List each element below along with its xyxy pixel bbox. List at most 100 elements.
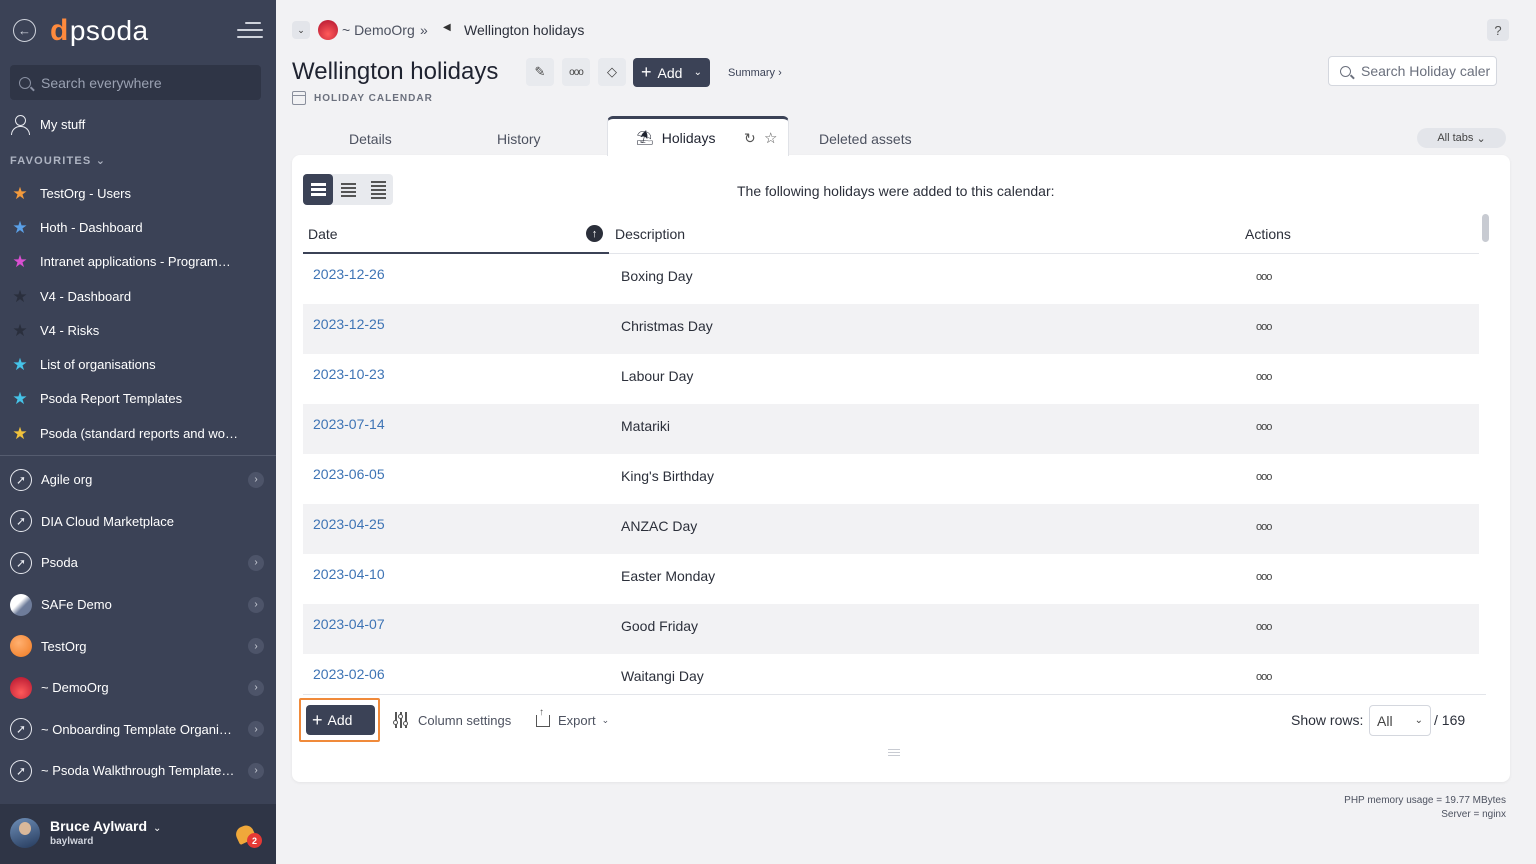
organisation-item[interactable]: ➚ ~ Onboarding Template Organisa... › (10, 709, 266, 751)
favourite-item[interactable]: ★ V4 - Risks (10, 313, 266, 347)
holiday-date-link[interactable]: 2023-02-06 (313, 666, 385, 682)
density-medium-button[interactable] (333, 174, 363, 205)
organisation-label: DIA Cloud Marketplace (41, 513, 174, 529)
organisation-item[interactable]: ~ DemoOrg › (10, 667, 266, 709)
favourites-heading[interactable]: FAVOURITES ⌄ (10, 154, 106, 167)
global-search-input[interactable] (41, 74, 251, 91)
chevron-right-icon[interactable]: › (248, 638, 264, 655)
pencil-icon: ✎ (534, 64, 546, 79)
show-rows-select[interactable]: All ⌄ (1369, 705, 1431, 736)
page-title: Wellington holidays (292, 58, 499, 85)
holiday-date-link[interactable]: 2023-04-10 (313, 566, 385, 582)
holiday-date-link[interactable]: 2023-10-23 (313, 366, 385, 382)
add-dropdown-button[interactable]: + Add ⌄ (633, 58, 710, 87)
column-header-actions: Actions (1245, 226, 1291, 242)
row-actions-button[interactable]: ooo (1256, 621, 1272, 633)
avatar[interactable] (10, 818, 40, 848)
page-scrollbar[interactable] (1525, 0, 1536, 864)
my-stuff-link[interactable]: My stuff (10, 114, 85, 135)
favourite-item[interactable]: ★ Psoda (standard reports and work... (10, 416, 266, 450)
favourite-item[interactable]: ★ Psoda Report Templates (10, 382, 266, 416)
row-actions-button[interactable]: ooo (1256, 471, 1272, 483)
sort-ascending-icon[interactable]: ↑ (586, 225, 603, 242)
star-icon: ★ (12, 217, 28, 237)
notifications-button[interactable]: 2 (233, 822, 262, 848)
tab-details[interactable]: Details (349, 131, 392, 147)
organisation-item[interactable]: ➚ DIA Cloud Marketplace (10, 501, 266, 543)
favourite-item[interactable]: ★ Intranet applications - Programme... (10, 245, 266, 279)
logo-text: psoda (69, 15, 149, 46)
holiday-date-link[interactable]: 2023-12-25 (313, 316, 385, 332)
back-arrow-icon[interactable]: ← (13, 19, 36, 42)
organisation-item[interactable]: ➚ Agile org › (10, 459, 266, 501)
holiday-description: Good Friday (621, 618, 699, 634)
chevron-right-icon[interactable]: › (248, 596, 264, 613)
row-actions-button[interactable]: ooo (1256, 571, 1272, 583)
user-login: baylward (50, 836, 94, 847)
favourite-item[interactable]: ★ List of organisations (10, 347, 266, 381)
row-actions-button[interactable]: ooo (1256, 421, 1272, 433)
summary-link[interactable]: Summary › (728, 67, 782, 79)
favourite-item[interactable]: ★ V4 - Dashboard (10, 279, 266, 313)
holiday-date-link[interactable]: 2023-04-25 (313, 516, 385, 532)
favourite-item[interactable]: ★ Hoth - Dashboard (10, 210, 266, 244)
row-actions-button[interactable]: ooo (1256, 271, 1272, 283)
chevron-right-icon[interactable]: › (248, 554, 264, 571)
table-row: 2023-04-10 Easter Monday ooo (303, 554, 1479, 604)
star-icon: ★ (12, 183, 28, 203)
refresh-icon[interactable]: ↻ (744, 130, 756, 147)
favourite-label: TestOrg - Users (40, 185, 132, 201)
holiday-date-link[interactable]: 2023-04-07 (313, 616, 385, 632)
all-tabs-button[interactable]: All tabs ⌄ (1417, 128, 1506, 148)
tab-deleted-assets[interactable]: Deleted assets (819, 131, 912, 147)
more-options-button[interactable]: ooo (562, 58, 590, 86)
favourite-item[interactable]: ★ TestOrg - Users (10, 176, 266, 210)
collapse-menu-icon[interactable] (237, 22, 263, 40)
favourite-label: V4 - Dashboard (40, 288, 132, 304)
breadcrumb-org[interactable]: ~ DemoOrg (342, 22, 415, 38)
user-panel[interactable]: Bruce Aylward ⌄ baylward 2 (0, 804, 276, 864)
organisation-item[interactable]: ➚ ~ Psoda Walkthrough Template P... › (10, 750, 266, 792)
row-actions-button[interactable]: ooo (1256, 321, 1272, 333)
calendar-search[interactable] (1328, 56, 1497, 86)
row-actions-button[interactable]: ooo (1256, 521, 1272, 533)
density-small-button[interactable] (363, 174, 393, 205)
chevron-down-icon: ⌄ (693, 67, 702, 78)
row-actions-button[interactable]: ooo (1256, 371, 1272, 383)
chevron-right-icon[interactable]: › (248, 762, 264, 779)
star-icon: ★ (12, 355, 28, 375)
organisation-item[interactable]: TestOrg › (10, 625, 266, 667)
column-header-description[interactable]: Description (615, 226, 685, 242)
calendar-search-input[interactable] (1361, 63, 1496, 79)
chevron-right-icon[interactable]: › (248, 471, 264, 488)
chevron-right-icon[interactable]: › (248, 721, 264, 738)
rows-total: / 169 (1434, 712, 1466, 728)
row-actions-button[interactable]: ooo (1256, 671, 1272, 683)
star-icon: ★ (12, 389, 28, 409)
organisation-item[interactable]: SAFe Demo › (10, 584, 266, 626)
column-header-date[interactable]: Date (308, 226, 338, 242)
holiday-date-link[interactable]: 2023-06-05 (313, 466, 385, 482)
resize-handle[interactable] (888, 749, 900, 756)
table-scrollbar[interactable] (1482, 214, 1489, 242)
export-button[interactable]: Export ⌄ (536, 707, 609, 728)
column-settings-button[interactable]: Column settings (392, 712, 511, 728)
holiday-date-link[interactable]: 2023-07-14 (313, 416, 385, 432)
star-icon[interactable]: ☆ (764, 129, 777, 147)
tab-holidays[interactable]: ⛱ Holidays ↻ ☆ (607, 116, 789, 156)
user-name[interactable]: Bruce Aylward ⌄ (50, 818, 161, 834)
holiday-date-link[interactable]: 2023-12-26 (313, 266, 385, 282)
caret-left-icon[interactable]: ◀ (443, 22, 451, 33)
psoda-logo[interactable]: d psoda (50, 14, 149, 48)
organisation-item[interactable]: ➚ Psoda › (10, 542, 266, 584)
breadcrumb-toggle[interactable]: ⌄ (292, 21, 310, 39)
help-button[interactable]: ? (1487, 19, 1509, 41)
chevron-right-icon[interactable]: › (248, 679, 264, 696)
tab-history[interactable]: History (497, 131, 541, 147)
add-holiday-button[interactable]: + Add (306, 705, 375, 735)
edit-button[interactable]: ✎ (526, 58, 554, 86)
global-search[interactable] (10, 65, 261, 100)
organisations-list: ➚ Agile org › ➚ DIA Cloud Marketplace ➚ Psoda ›… (10, 459, 266, 792)
tag-button[interactable]: ◇ (598, 58, 626, 86)
density-large-button[interactable] (303, 174, 333, 205)
